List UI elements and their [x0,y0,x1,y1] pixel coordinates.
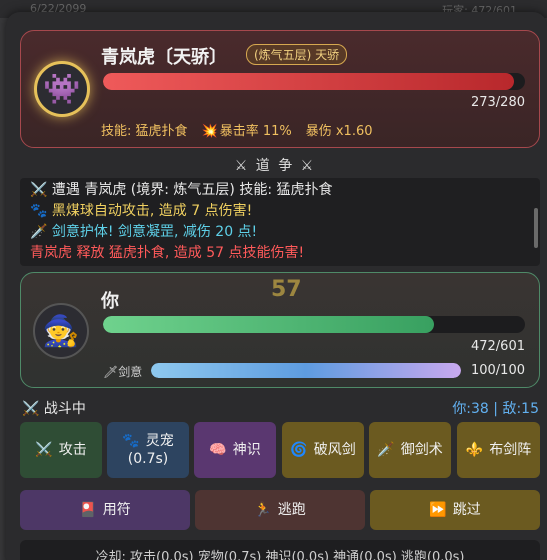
running-icon: 🏃 [254,502,272,518]
attack-button[interactable]: ⚔️ 攻击 [20,422,102,478]
brain-icon: 🧠 [209,442,227,458]
enemy-name: 青岚虎〔天骄〕 [101,47,227,68]
battle-divider: ⚔ 道 争 ⚔ [234,158,316,174]
sword-intent-text: 100/100 [470,363,525,378]
hp-summary: 你:38 | 敌:15 [452,401,539,417]
enemy-card: 👾 青岚虎〔天骄〕 (炼气五层) 天骄 273/280 技能: 猛虎扑食 💥 暴击… [20,30,540,148]
pet-cooldown: (0.7s) [127,451,169,467]
log-line: ⚔️ 遭遇 青岚虎 (境界: 炼气五层) 技能: 猛虎扑食 [30,182,333,198]
log-line: 🗡️ 剑意护体! 剑意凝罡, 减伤 20 点! [30,224,258,240]
player-card: 🧙 你 57 472/601 🗡剑意 100/100 [20,272,540,388]
skip-button[interactable]: ⏩ 跳过 [370,490,540,530]
log-scrollbar[interactable] [534,208,538,248]
paw-icon: 🐾 [122,433,140,449]
enemy-crit: 💥 暴击率 11% [201,124,292,139]
divine-sense-button[interactable]: 🧠 神识 [194,422,276,478]
battle-log[interactable]: ⚔️ 遭遇 青岚虎 (境界: 炼气五层) 技能: 猛虎扑食 🐾 黑煤球自动攻击,… [20,178,540,266]
enemy-skill: 技能: 猛虎扑食 [101,124,188,139]
fleur-de-lis-icon: ⚜️ [465,442,484,458]
dagger-icon: 🗡️ [377,442,395,458]
player-hp-fill [103,316,435,333]
damage-float: 57 [271,277,302,302]
battle-status: ⚔️ 战斗中 [22,401,86,417]
spark-icon: 💥 [201,124,218,139]
pet-button[interactable]: 🐾 灵宠 (0.7s) [107,422,189,478]
sword-intent-label: 🗡剑意 [103,365,143,379]
enemy-hp-bar [103,73,525,90]
sword-array-button[interactable]: ⚜️ 布剑阵 [457,422,540,478]
crossed-swords-icon: ⚔️ [35,442,53,458]
log-line: 🐾 黑煤球自动攻击, 造成 7 点伤害! [30,203,253,219]
wind-sword-button[interactable]: 🌀 破风剑 [282,422,364,478]
player-hp-text: 472/601 [470,339,525,354]
alien-monster-icon: 👾 [34,61,90,117]
use-talisman-button[interactable]: 🎴 用符 [20,490,190,530]
flee-button[interactable]: 🏃 逃跑 [195,490,365,530]
player-hp-bar [103,316,525,333]
enemy-crit-damage: 暴伤 x1.60 [305,124,373,139]
flying-sword-button[interactable]: 🗡️ 御剑术 [369,422,451,478]
enemy-stats: 技能: 猛虎扑食 💥 暴击率 11% 暴伤 x1.60 [101,120,373,139]
mage-icon: 🧙 [33,303,89,359]
sword-intent-bar [151,363,461,378]
sword-intent-fill [151,363,461,378]
enemy-hp-fill [103,73,515,90]
cyclone-icon: 🌀 [290,442,308,458]
fast-forward-icon: ⏩ [429,502,447,518]
player-name: 你 [101,291,119,312]
log-line: 青岚虎 释放 猛虎扑食, 造成 57 点技能伤害! [30,245,305,261]
enemy-realm-badge: (炼气五层) 天骄 [246,44,348,65]
cooldown-bar: 冷却: 攻击(0.0s) 宠物(0.7s) 神识(0.0s) 神通(0.0s) … [20,540,540,560]
card-icon: 🎴 [79,502,97,518]
enemy-hp-text: 273/280 [470,95,525,110]
